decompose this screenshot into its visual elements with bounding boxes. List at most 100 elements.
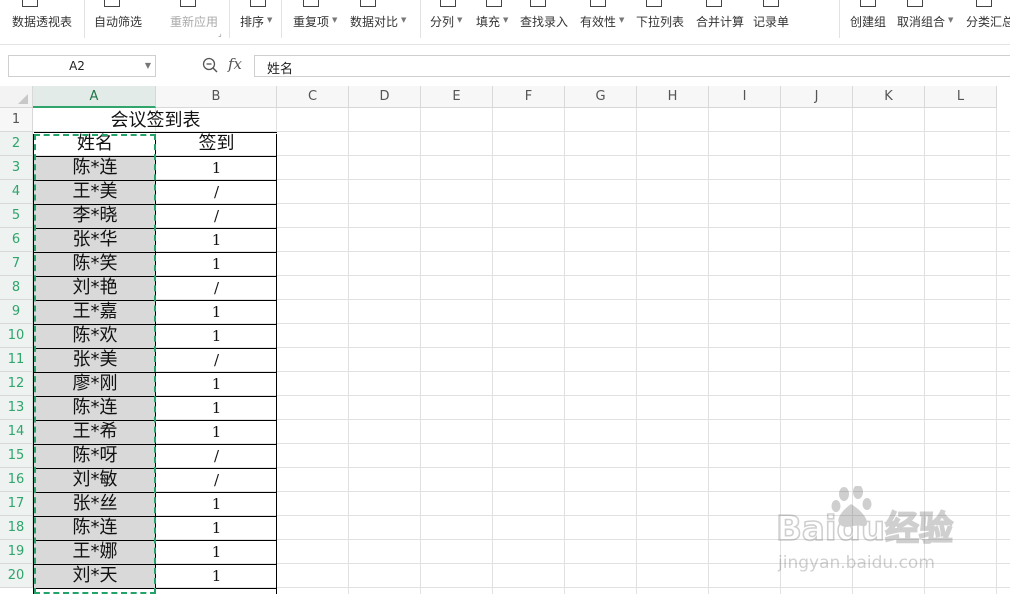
column-header-k[interactable]: K (853, 86, 925, 108)
ribbon-separator (84, 0, 85, 38)
signin-cell[interactable]: 1 (156, 372, 277, 396)
name-cell[interactable]: 刘*天 (34, 564, 156, 588)
row-header-11[interactable]: 11 (0, 348, 33, 372)
chevron-down-icon: ▼ (457, 16, 463, 24)
chevron-down-icon: ▼ (948, 16, 954, 24)
ribbon-label: 填充 (476, 15, 501, 29)
fx-button[interactable]: fx (228, 55, 242, 73)
column-header-e[interactable]: E (421, 86, 493, 108)
column-header-a[interactable]: A (33, 86, 156, 108)
row-header-3[interactable]: 3 (0, 156, 33, 180)
grid-line (564, 108, 565, 594)
name-cell[interactable]: 张*丝 (34, 492, 156, 516)
ribbon-label: 取消组合 (897, 15, 946, 29)
column-header-l[interactable]: L (925, 86, 997, 108)
row-header-6[interactable]: 6 (0, 228, 33, 252)
column-header-h[interactable]: H (637, 86, 709, 108)
signin-cell[interactable]: 1 (156, 228, 277, 252)
column-header-g[interactable]: G (565, 86, 637, 108)
name-cell[interactable]: 张*美 (34, 348, 156, 372)
signin-cell[interactable]: 1 (156, 492, 277, 516)
name-cell[interactable]: 陈*连 (34, 516, 156, 540)
row-header-7[interactable]: 7 (0, 252, 33, 276)
signin-cell[interactable]: 1 (156, 156, 277, 180)
row-header-10[interactable]: 10 (0, 324, 33, 348)
name-cell[interactable]: 张*华 (34, 228, 156, 252)
signin-cell[interactable]: / (156, 276, 277, 300)
signin-cell[interactable]: / (156, 204, 277, 228)
baidu-watermark: Baidu经验 jingyan.baidu.com (775, 486, 954, 573)
row-header-5[interactable]: 5 (0, 204, 33, 228)
name-cell[interactable]: 陈*笑 (34, 252, 156, 276)
name-cell[interactable]: 王*希 (34, 420, 156, 444)
row-header-17[interactable]: 17 (0, 492, 33, 516)
row-header-20[interactable]: 20 (0, 564, 33, 588)
name-cell[interactable]: 王*娜 (34, 540, 156, 564)
subtotal-icon (976, 0, 992, 7)
signin-cell[interactable]: / (156, 468, 277, 492)
row-header-9[interactable]: 9 (0, 300, 33, 324)
row-header-13[interactable]: 13 (0, 396, 33, 420)
signin-cell[interactable]: / (156, 444, 277, 468)
row-header-2[interactable]: 2 (0, 132, 33, 156)
column-header-b[interactable]: B (156, 86, 277, 108)
zoom-icon[interactable] (202, 57, 218, 73)
signin-cell[interactable]: 1 (156, 324, 277, 348)
sheet-title-cell[interactable]: 会议签到表 (34, 109, 277, 133)
ribbon-label: 重新应用 (170, 15, 219, 29)
validation-icon (590, 0, 606, 7)
column-header-j[interactable]: J (781, 86, 853, 108)
group-launcher-icon[interactable]: ⌟ (218, 29, 222, 38)
signin-cell[interactable]: 1 (156, 516, 277, 540)
grid-line (492, 108, 493, 594)
signin-cell[interactable]: / (156, 180, 277, 204)
column-header-i[interactable]: I (709, 86, 781, 108)
watermark-brand: Baidu经验 (776, 509, 953, 549)
name-cell[interactable]: 王*美 (34, 180, 156, 204)
name-cell[interactable]: 王*嘉 (34, 300, 156, 324)
select-all-corner[interactable] (0, 86, 33, 108)
duplicates-icon (303, 0, 319, 7)
name-cell[interactable]: 陈*欢 (34, 324, 156, 348)
name-cell[interactable]: 陈*连 (34, 396, 156, 420)
reapply-icon (180, 0, 196, 7)
column-header-f[interactable]: F (493, 86, 565, 108)
signin-cell[interactable]: 1 (156, 540, 277, 564)
formula-input[interactable]: 姓名 (254, 55, 1010, 77)
row-header-19[interactable]: 19 (0, 540, 33, 564)
column-header-c[interactable]: C (277, 86, 349, 108)
row-header-8[interactable]: 8 (0, 276, 33, 300)
filter-icon (104, 0, 120, 7)
name-cell[interactable]: 陈*连 (34, 156, 156, 180)
header-cell-name[interactable]: 姓名 (34, 132, 156, 156)
row-header-4[interactable]: 4 (0, 180, 33, 204)
signin-cell[interactable]: 1 (156, 252, 277, 276)
ribbon-label: 自动筛选 (94, 15, 143, 29)
grid-line (636, 108, 637, 594)
signin-cell[interactable]: 1 (156, 420, 277, 444)
grid-line (348, 108, 349, 594)
name-cell[interactable]: 刘*艳 (34, 276, 156, 300)
table-border (33, 134, 34, 594)
table-border (34, 132, 277, 133)
name-box-dropdown-icon[interactable]: ▼ (145, 61, 151, 70)
name-cell[interactable]: 廖*刚 (34, 372, 156, 396)
signin-cell[interactable]: 1 (156, 564, 277, 588)
name-cell[interactable]: 李*晓 (34, 204, 156, 228)
name-box[interactable]: A2 ▼ (8, 55, 156, 77)
row-header-15[interactable]: 15 (0, 444, 33, 468)
row-header-18[interactable]: 18 (0, 516, 33, 540)
name-cell[interactable]: 刘*敏 (34, 468, 156, 492)
name-cell[interactable]: 陈*呀 (34, 444, 156, 468)
signin-cell[interactable]: / (156, 348, 277, 372)
row-header-14[interactable]: 14 (0, 420, 33, 444)
row-header-16[interactable]: 16 (0, 468, 33, 492)
column-header-d[interactable]: D (349, 86, 421, 108)
row-header-1[interactable]: 1 (0, 108, 33, 132)
ribbon-label: 分类汇总 (966, 15, 1010, 29)
row-header-12[interactable]: 12 (0, 372, 33, 396)
signin-cell[interactable]: 1 (156, 300, 277, 324)
header-cell-signin[interactable]: 签到 (156, 132, 277, 156)
chevron-down-icon: ▼ (267, 16, 273, 24)
signin-cell[interactable]: 1 (156, 396, 277, 420)
